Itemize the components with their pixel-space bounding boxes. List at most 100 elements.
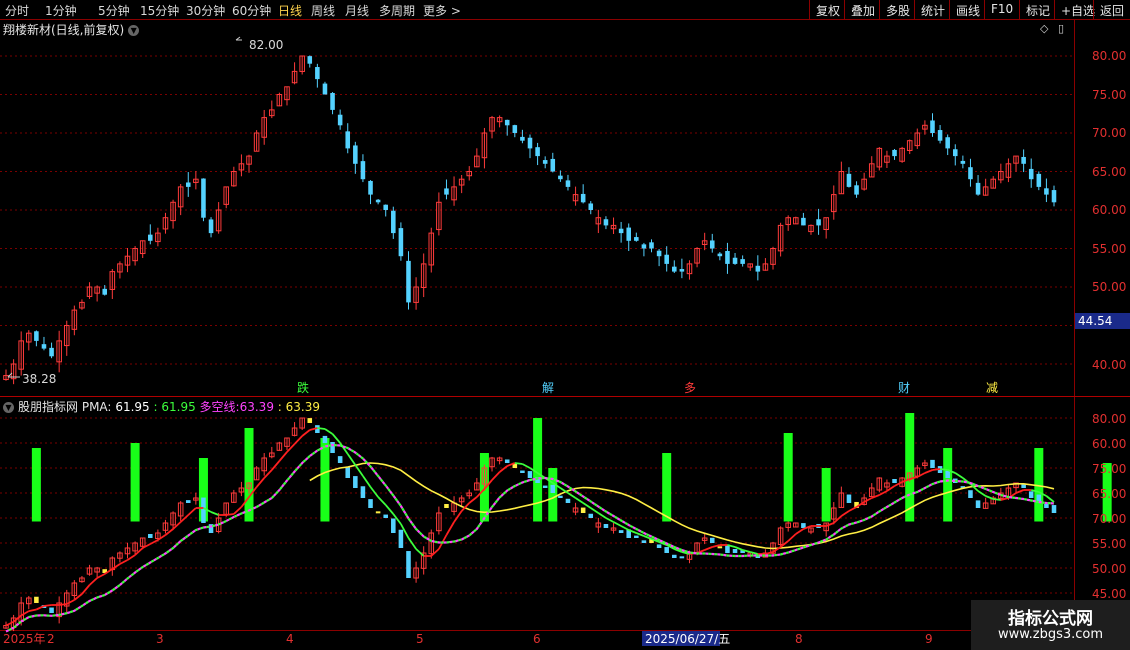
signal-label: 财	[898, 381, 910, 395]
pma-line-segment	[226, 513, 234, 516]
site-watermark: 指标公式网 www.zbgs3.com	[971, 600, 1130, 650]
pma-line-segment	[954, 472, 964, 479]
indicator-candle-body	[49, 607, 54, 613]
candle-body	[1028, 168, 1034, 180]
kline-chart[interactable]: 80.00 75.00 70.00 65.00 60.00 55.00 50.0…	[0, 0, 1130, 650]
dkx-label: 多空线:	[199, 400, 240, 414]
candle-body	[656, 250, 662, 257]
pma-line-segment	[780, 540, 789, 548]
indicator-axis-label: 50.00	[1092, 562, 1126, 576]
candle-body	[504, 119, 510, 126]
indicator-candle-body	[520, 470, 525, 473]
indicator-candle-body	[527, 471, 533, 478]
date-axis-label: 9	[925, 632, 933, 646]
candle-body	[725, 250, 730, 264]
signal-bar	[548, 468, 558, 522]
pma-line-segment	[863, 497, 873, 503]
price-axis-label: 55.00	[1092, 242, 1126, 256]
date-axis-label: 3	[156, 632, 164, 646]
indicator-candle-body	[732, 549, 738, 553]
candle-body	[520, 136, 525, 141]
candle-body	[930, 120, 935, 133]
pma-line-segment	[704, 546, 713, 551]
price-axis-label: 50.00	[1092, 280, 1126, 294]
indicator-candle-body	[565, 498, 571, 503]
pma-line-segment	[369, 486, 379, 498]
candle-body	[322, 83, 328, 95]
pma-line-segment	[73, 593, 83, 601]
pma-line-segment	[43, 604, 52, 607]
candle-body	[634, 237, 639, 241]
signal-bar	[130, 443, 140, 522]
candle-body	[565, 180, 571, 187]
candle-body	[937, 130, 943, 141]
pma-line-segment	[331, 433, 341, 444]
candle-body	[34, 331, 39, 341]
signal-bar	[821, 468, 831, 522]
indicator-candle-body	[580, 507, 586, 513]
candle-body	[550, 158, 556, 172]
indicator-candle-body	[945, 470, 950, 478]
indicator-candles	[3, 417, 1057, 632]
pma-line-segment	[286, 443, 296, 453]
panel-toggle-icon[interactable]: ▯	[1058, 22, 1064, 35]
diamond-icon[interactable]: ◇	[1040, 22, 1048, 35]
candle-body	[208, 219, 214, 234]
candle-body	[444, 188, 449, 195]
indicator-candle-body	[345, 466, 351, 478]
pma-line-segment	[28, 608, 37, 613]
indicator-candle-body	[185, 500, 191, 503]
candle-body	[527, 137, 533, 149]
pma-line-segment	[88, 577, 98, 586]
indicator-candle-body	[717, 546, 723, 549]
price-axis-label: 60.00	[1092, 203, 1126, 217]
candle-body	[1036, 173, 1042, 187]
chevron-down-icon[interactable]: ▼	[3, 402, 14, 413]
price-axis-label: 75.00	[1092, 88, 1126, 102]
pma-line-segment	[582, 502, 592, 509]
indicator-candle-body	[383, 514, 388, 518]
chevron-down-icon[interactable]: ▼	[128, 25, 140, 36]
indicator-candle-body	[679, 556, 685, 559]
candle-body	[360, 161, 366, 180]
stock-title[interactable]: 翔楼新材(日线,前复权) ▼	[3, 21, 140, 38]
indicator-candle-body	[634, 535, 639, 538]
indicator-axis-label: 45.00	[1092, 587, 1126, 601]
pma-line-segment	[499, 465, 508, 473]
indicator-candle-body	[1051, 505, 1057, 513]
candle-body	[535, 147, 540, 157]
pma-line-segment	[5, 620, 14, 627]
pma-line-segment	[119, 559, 128, 565]
pma-line-segment	[750, 551, 759, 555]
pma-line-segment	[924, 469, 933, 474]
high-price-marker: 82.00	[249, 38, 283, 52]
current-price-text: 44.54	[1078, 314, 1112, 328]
indicator-candle-body	[968, 490, 973, 498]
pma-line-segment	[605, 517, 614, 523]
candle-body	[391, 210, 396, 234]
candle-body	[892, 149, 897, 157]
signal-label: 减	[986, 381, 998, 395]
indicator-candle-body	[148, 534, 153, 538]
signal-bar	[783, 433, 793, 522]
candle-body	[375, 199, 381, 203]
signal-bar	[31, 448, 41, 522]
candle-body	[1044, 188, 1049, 195]
pma-line-segment	[993, 498, 1001, 501]
indicator-axis-label: 60.00	[1092, 437, 1126, 451]
candle-body	[709, 240, 715, 249]
indicator-candle-body	[618, 530, 624, 533]
candle-body	[1051, 190, 1057, 203]
indicator-axis-label: 80.00	[1092, 412, 1126, 426]
pma-line-segment	[278, 451, 288, 462]
candle-body	[816, 219, 821, 226]
pma-line-segment	[430, 548, 440, 557]
pma-line-segment	[66, 599, 75, 605]
candle-body	[558, 175, 563, 180]
pma-line-segment	[445, 521, 455, 536]
pma-line-segment	[59, 603, 67, 606]
pma-line-segment	[324, 428, 334, 435]
signal-label: 解	[542, 381, 554, 395]
candle-body	[588, 203, 594, 210]
candle-body	[345, 131, 351, 149]
